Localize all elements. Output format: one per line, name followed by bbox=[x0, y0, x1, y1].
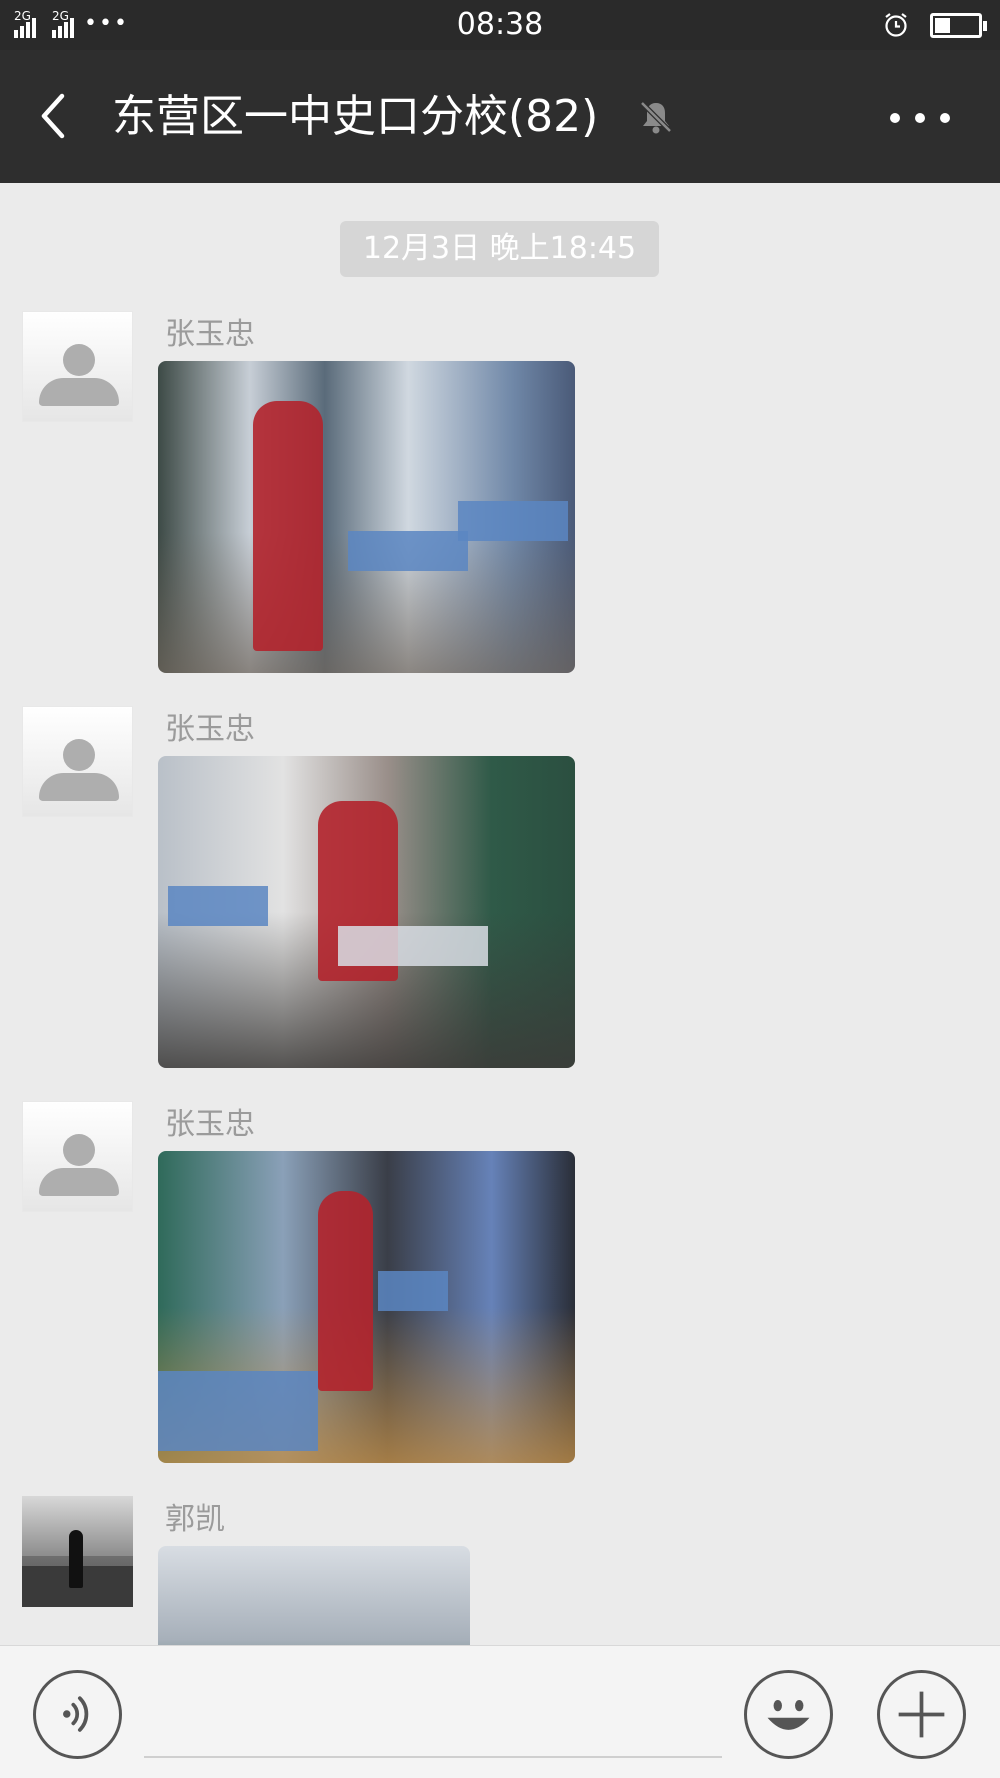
mute-bell-icon bbox=[636, 97, 676, 137]
sender-name: 郭凯 bbox=[165, 1502, 225, 1537]
emoji-icon[interactable] bbox=[744, 1670, 833, 1759]
message-text-input[interactable] bbox=[144, 1670, 722, 1758]
battery-icon bbox=[930, 13, 987, 38]
chat-header: 东营区一中史口分校(82) bbox=[0, 50, 1000, 183]
voice-icon[interactable] bbox=[33, 1670, 122, 1759]
avatar[interactable] bbox=[22, 706, 133, 817]
status-bar: 2G 2G ••• 08:38 bbox=[0, 0, 1000, 50]
sender-name: 张玉忠 bbox=[165, 1107, 255, 1142]
back-icon[interactable] bbox=[32, 88, 82, 144]
image-message[interactable] bbox=[158, 756, 575, 1068]
message-input-bar bbox=[0, 1645, 1000, 1778]
chat-message-list[interactable]: 12月3日 晚上18:45 张玉忠 张玉忠 张玉忠 郭凯 bbox=[0, 183, 1000, 1645]
avatar[interactable] bbox=[22, 1496, 133, 1607]
avatar[interactable] bbox=[22, 1101, 133, 1212]
sender-name: 张玉忠 bbox=[165, 712, 255, 747]
more-icon[interactable] bbox=[890, 100, 950, 136]
chat-title: 东营区一中史口分校(82) bbox=[112, 91, 599, 142]
clock: 08:38 bbox=[456, 7, 544, 42]
plus-icon[interactable] bbox=[877, 1670, 966, 1759]
image-message[interactable] bbox=[158, 361, 575, 673]
timestamp-badge: 12月3日 晚上18:45 bbox=[340, 221, 659, 277]
image-message[interactable] bbox=[158, 1546, 470, 1645]
sender-name: 张玉忠 bbox=[165, 317, 255, 352]
alarm-icon bbox=[883, 12, 909, 38]
avatar[interactable] bbox=[22, 311, 133, 422]
image-message[interactable] bbox=[158, 1151, 575, 1463]
